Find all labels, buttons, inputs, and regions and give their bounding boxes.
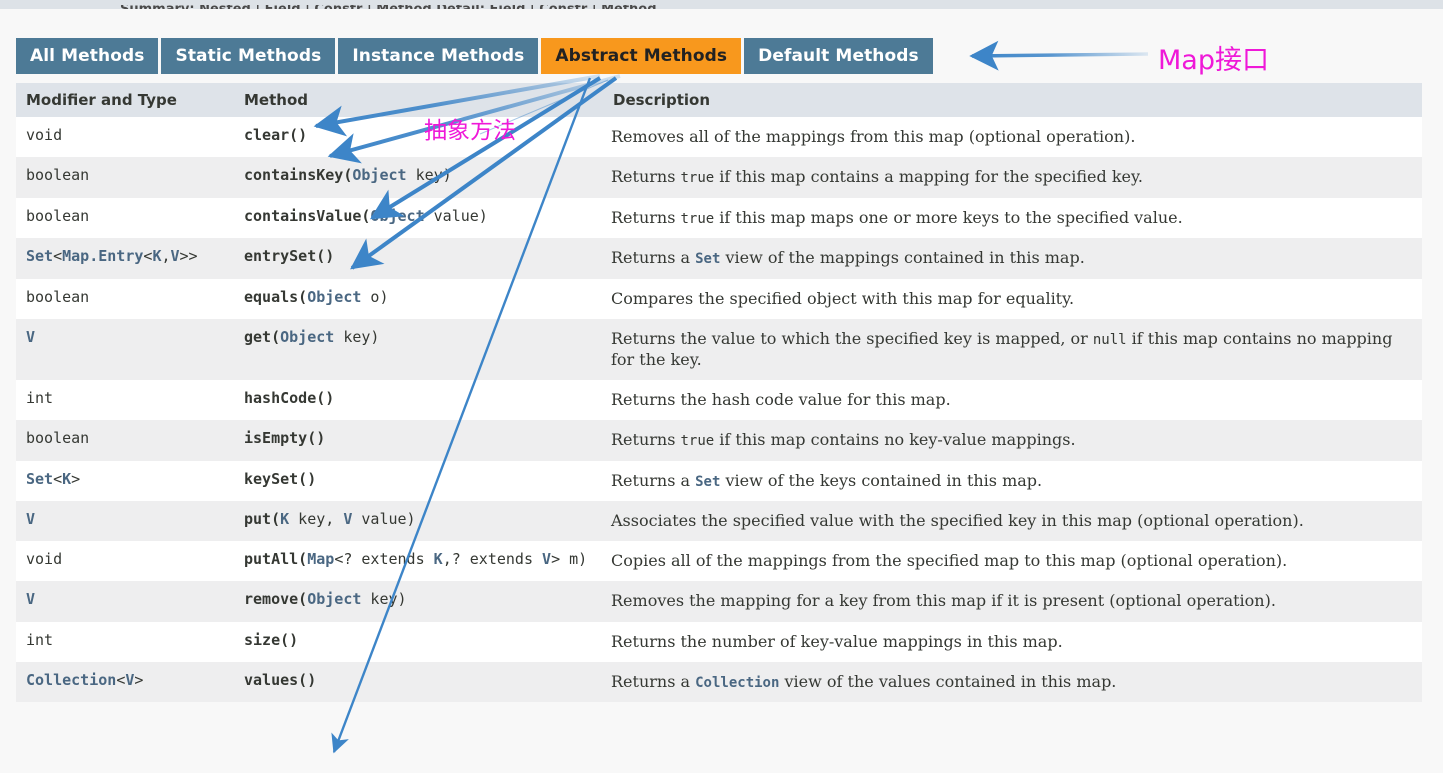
table-row: Set<K> keySet() Returns a Set view of the …	[16, 460, 1422, 502]
table-row: boolean containsKey(Object key) Returns tr…	[16, 157, 1422, 198]
cell-modifier-and-type: boolean	[16, 157, 234, 198]
cell-description: Removes all of the mappings from this ma…	[601, 117, 1422, 158]
cell-method-signature[interactable]: containsKey(Object key)	[234, 157, 601, 198]
cell-method-signature[interactable]: size()	[234, 621, 601, 662]
tab-all-methods[interactable]: All Methods	[16, 38, 159, 74]
table-row: int hashCode() Returns the hash code value…	[16, 380, 1422, 421]
table-row: void clear() Removes all of the mappings f…	[16, 117, 1422, 158]
table-row: void putAll(Map<? extends K,? extends V> …	[16, 541, 1422, 582]
cell-method-signature[interactable]: get(Object key)	[234, 318, 601, 381]
cell-description: Copies all of the mappings from the spec…	[601, 541, 1422, 582]
cell-method-signature[interactable]: putAll(Map<? extends K,? extends V> m)	[234, 541, 601, 582]
table-row: boolean containsValue(Object value) Return…	[16, 197, 1422, 239]
column-header-description: Description	[601, 83, 1422, 117]
cell-description: Returns a Collection view of the values …	[601, 661, 1422, 703]
tab-abstract-methods[interactable]: Abstract Methods	[541, 38, 742, 74]
cell-modifier-and-type: V	[16, 501, 234, 542]
table-row: boolean equals(Object o) Compares the spec…	[16, 278, 1422, 319]
column-header-modifier: Modifier and Type	[16, 83, 234, 117]
table-row: Vremove(Object key) Removes the mapping f…	[16, 581, 1422, 622]
table-body: void clear() Removes all of the mappings f…	[16, 117, 1422, 703]
cell-modifier-and-type: int	[16, 621, 234, 662]
cell-method-signature[interactable]: hashCode()	[234, 380, 601, 421]
cell-method-signature[interactable]: put(K key, V value)	[234, 501, 601, 542]
cell-modifier-and-type: V	[16, 318, 234, 381]
table-row: Vget(Object key) Returns the value to whi…	[16, 318, 1422, 381]
column-header-method: Method	[234, 83, 601, 117]
cell-modifier-and-type: boolean	[16, 197, 234, 239]
cell-method-signature[interactable]: equals(Object o)	[234, 278, 601, 319]
cell-description: Returns true if this map maps one or mor…	[601, 197, 1422, 239]
cutoff-navbar: Summary: Nested | Field | Constr | Metho…	[0, 0, 1443, 9]
cell-modifier-and-type: void	[16, 117, 234, 158]
cell-method-signature[interactable]: remove(Object key)	[234, 581, 601, 622]
table-row: int size() Returns the number of key-value…	[16, 621, 1422, 662]
method-summary-table: Modifier and Type Method Description voi…	[16, 83, 1422, 703]
tab-static-methods[interactable]: Static Methods	[161, 38, 336, 74]
cell-modifier-and-type: V	[16, 581, 234, 622]
cell-description: Associates the specified value with the …	[601, 501, 1422, 542]
table-row: Set<Map.Entry<K,V>> entrySet() Returns a S…	[16, 238, 1422, 279]
table-row: boolean isEmpty() Returns true if this map…	[16, 420, 1422, 461]
cell-method-signature[interactable]: clear()	[234, 117, 601, 158]
cell-description: Returns the value to which the specified…	[601, 318, 1422, 381]
tab-default-methods[interactable]: Default Methods	[744, 38, 933, 74]
javadoc-method-summary-page: All Methods Static Methods Instance Method…	[0, 9, 1443, 773]
annotation-abstract-method: 抽象方法	[424, 118, 516, 144]
annotation-map-interface: Map接口	[1158, 45, 1269, 76]
method-filter-tabs: All Methods Static Methods Instance Method…	[16, 38, 936, 74]
cell-description: Returns a Set view of the mappings conta…	[601, 238, 1422, 279]
cell-description: Removes the mapping for a key from this …	[601, 581, 1422, 622]
table-row: Collection<V> values() Returns a Collectio…	[16, 661, 1422, 703]
cell-method-signature[interactable]: values()	[234, 661, 601, 703]
cell-description: Returns the hash code value for this map…	[601, 380, 1422, 421]
tab-instance-methods[interactable]: Instance Methods	[338, 38, 539, 74]
cell-description: Returns a Set view of the keys contained…	[601, 460, 1422, 502]
cell-modifier-and-type: int	[16, 380, 234, 421]
cell-description: Compares the specified object with this …	[601, 278, 1422, 319]
cell-modifier-and-type: Collection<V>	[16, 661, 234, 703]
cell-method-signature[interactable]: isEmpty()	[234, 420, 601, 461]
cell-modifier-and-type: Set<K>	[16, 460, 234, 502]
table-header-row: Modifier and Type Method Description	[16, 83, 1422, 117]
cell-modifier-and-type: boolean	[16, 278, 234, 319]
cell-method-signature[interactable]: keySet()	[234, 460, 601, 502]
cell-modifier-and-type: void	[16, 541, 234, 582]
cell-description: Returns true if this map contains no key…	[601, 420, 1422, 461]
table-row: Vput(K key, V value) Associates the speci…	[16, 501, 1422, 542]
cell-method-signature[interactable]: containsValue(Object value)	[234, 197, 601, 239]
cell-description: Returns the number of key-value mappings…	[601, 621, 1422, 662]
cell-modifier-and-type: boolean	[16, 420, 234, 461]
cell-method-signature[interactable]: entrySet()	[234, 238, 601, 279]
cell-description: Returns true if this map contains a mapp…	[601, 157, 1422, 198]
cell-modifier-and-type: Set<Map.Entry<K,V>>	[16, 238, 234, 279]
